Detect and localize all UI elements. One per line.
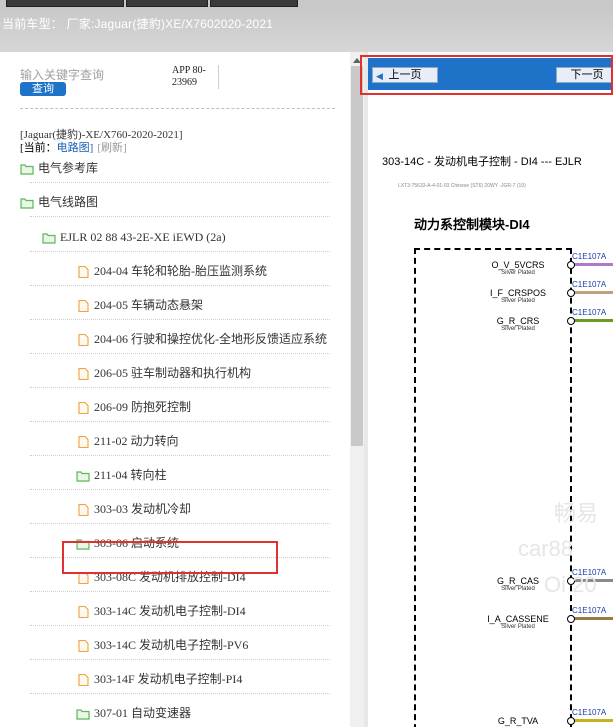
wire-line (570, 719, 613, 722)
file-icon (76, 604, 90, 619)
pin-terminal-icon (567, 289, 575, 297)
pin-name: O_V_5VCRS (491, 260, 545, 270)
refresh-link[interactable]: [刷新] (97, 142, 126, 154)
file-icon (76, 298, 90, 313)
top-toolbar-button-1[interactable] (6, 0, 124, 7)
tree-item-label: EJLR 02 88 43-2E-XE iEWD (2a) (60, 230, 226, 244)
tree-separator (30, 216, 330, 217)
scroll-thumb[interactable] (351, 66, 363, 446)
tree-item-label: 211-02 动力转向 (94, 434, 179, 448)
pin-plating: Silver Plated (501, 326, 535, 332)
file-icon (76, 434, 90, 449)
tree-separator (30, 285, 330, 286)
folder-icon (20, 161, 34, 175)
tree-item-label: 206-09 防抱死控制 (94, 400, 191, 414)
file-icon (76, 638, 90, 653)
tree-separator (30, 591, 330, 592)
wire-line (570, 319, 613, 322)
file-icon (76, 332, 90, 347)
connector-label: C1E107A (572, 708, 607, 717)
tree-separator (30, 387, 330, 388)
current-location: [当前：电路图] [刷新] (20, 139, 127, 155)
tree-item-label: 206-05 驻车制动器和执行机构 (94, 366, 251, 380)
pin-name: I_A_CASSENE (487, 614, 549, 624)
file-icon (76, 672, 90, 687)
tree-separator (30, 455, 330, 456)
connector-label: C1E107A (572, 606, 607, 615)
folder-icon (76, 468, 90, 482)
wire-line (570, 617, 613, 620)
current-prefix: [当前： (20, 142, 57, 154)
pin-entry: O_V_5VCRS Silver Plated (476, 260, 560, 276)
pin-plating: Silver Plated (501, 298, 535, 304)
connector-label: C1E107A (572, 308, 607, 317)
tree-item-label: 电气参考库 (38, 161, 99, 175)
connector-label: C1E107A (572, 252, 607, 261)
wire-line (570, 291, 613, 294)
tree-scrollbar[interactable] (350, 52, 364, 727)
tree-separator (30, 182, 330, 183)
app-version: APP 80-23969 (172, 65, 219, 89)
pin-name: G_R_CRS (496, 316, 540, 326)
doc-subtitle: LXT3-75633-A-4-01-03 Chinese (ST6) 20WY … (398, 183, 526, 189)
top-toolbar-button-3[interactable] (210, 0, 298, 7)
current-vehicle-label: 当前车型： 厂家:Jaguar(捷豹)XE/X7602020-2021 (2, 17, 274, 31)
tree-separator (30, 523, 330, 524)
tree-item-label: 204-04 车轮和轮胎-胎压监测系统 (94, 264, 267, 278)
wire-line (570, 263, 613, 266)
selected-item-highlight (62, 541, 278, 574)
folder-icon (76, 706, 90, 720)
tree-separator (30, 659, 330, 660)
divider-line (20, 108, 335, 109)
doc-title: 303-14C - 发动机电子控制 - DI4 --- EJLR (382, 156, 582, 168)
pin-terminal-icon (567, 261, 575, 269)
tree-separator (30, 319, 330, 320)
tree-separator (30, 693, 330, 694)
pin-name: I_F_CRSPOS (489, 288, 547, 298)
pin-terminal-icon (567, 615, 575, 623)
connector-label: C1E107A (572, 280, 607, 289)
tree-item-label: 303-14F 发动机电子控制-PI4 (94, 672, 243, 686)
file-icon (76, 502, 90, 517)
folder-icon (20, 195, 34, 209)
pin-entry: G_R_TVA (476, 716, 560, 726)
file-icon (76, 264, 90, 279)
pin-plating: Silver Plated (501, 270, 535, 276)
current-link[interactable]: 电路图] (57, 142, 94, 154)
watermark-2: car88 (518, 536, 574, 561)
tree-item-label: 211-04 转向柱 (94, 468, 167, 482)
pin-entry: I_A_CASSENE Silver Plated (476, 614, 560, 630)
folder-icon (42, 230, 56, 244)
file-icon (76, 400, 90, 415)
tree-item-label: 303-03 发动机冷却 (94, 502, 191, 516)
tree-panel: 输入关键字查询 查询 APP 80-23969 [Jaguar(捷豹)-XE/X… (0, 52, 350, 727)
tree-item-label: 303-14C 发动机电子控制-PV6 (94, 638, 249, 652)
tree-separator (30, 625, 330, 626)
pin-entry: I_F_CRSPOS Silver Plated (476, 288, 560, 304)
tree-separator (30, 353, 330, 354)
nav-highlight (360, 55, 613, 95)
module-title: 动力系控制模块-DI4 (414, 217, 530, 232)
search-button[interactable]: 查询 (20, 82, 66, 96)
vehicle-bar: 当前车型： 厂家:Jaguar(捷豹)XE/X7602020-2021 (0, 8, 613, 52)
tree-separator (30, 251, 330, 252)
tree-separator (30, 489, 330, 490)
tree-item-label: 电气线路图 (38, 195, 99, 209)
top-toolbar-button-2[interactable] (126, 0, 208, 7)
tree-item-label: 204-05 车辆动态悬架 (94, 298, 203, 312)
search-input[interactable]: 输入关键字查询 (20, 66, 104, 83)
tree-item-label: 303-14C 发动机电子控制-DI4 (94, 604, 246, 618)
watermark-1: 畅易 (554, 501, 599, 526)
watermark-3: Oi 20 (544, 572, 597, 597)
pin-entry: G_R_CRS Silver Plated (476, 316, 560, 332)
pin-terminal-icon (567, 717, 575, 725)
tree-item-label: 307-01 自动变速器 (94, 706, 191, 720)
diagram-viewer: ◀ 上一页 下一页 303-14C - 发动机电子控制 - DI4 --- EJ… (368, 52, 613, 727)
pin-terminal-icon (567, 317, 575, 325)
tree-separator (30, 421, 330, 422)
file-icon (76, 366, 90, 381)
pin-name: G_R_TVA (497, 716, 539, 726)
pin-plating: Silver Plated (501, 624, 535, 630)
tree-item-label: 204-06 行驶和操控优化-全地形反馈适应系统 (94, 332, 327, 346)
